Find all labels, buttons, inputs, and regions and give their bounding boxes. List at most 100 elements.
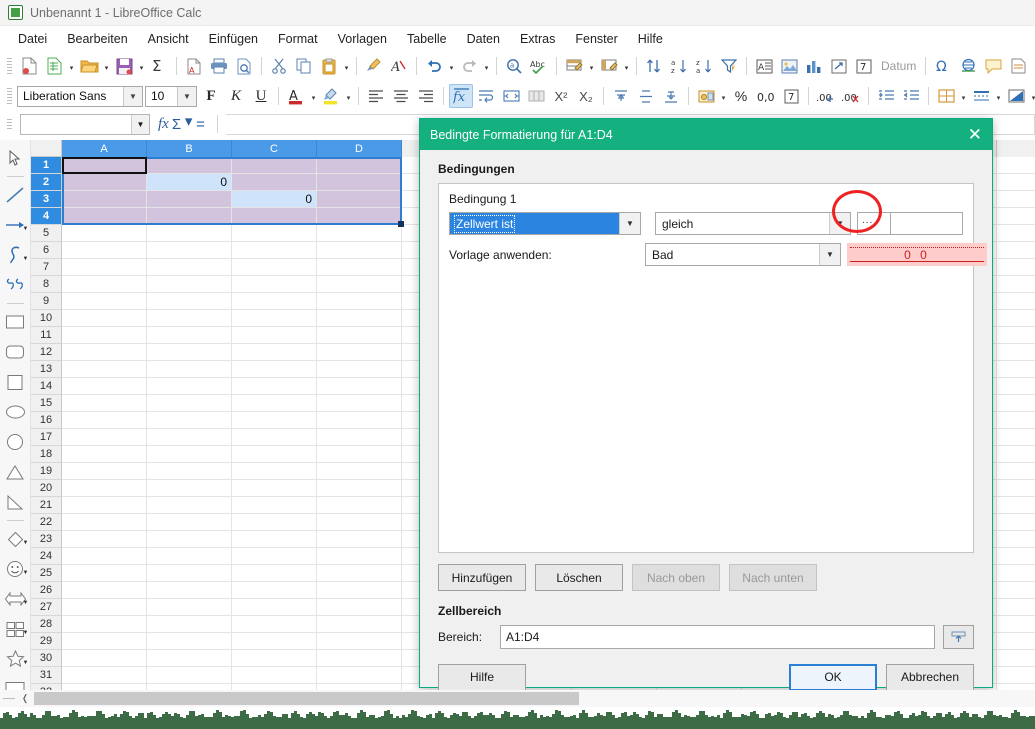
paste-icon[interactable] [317,54,341,78]
cell-b19[interactable] [147,463,232,480]
row-header-23[interactable]: 23 [31,531,62,548]
rounded-rectangle-icon[interactable] [1,337,30,367]
cell-empty[interactable] [997,174,1035,191]
callouts-icon[interactable]: ▼ [1,674,30,690]
cell-empty[interactable] [997,293,1035,310]
cell-a6[interactable] [62,242,147,259]
open-file-dropdown-icon[interactable]: ▾ [102,55,111,77]
cell-empty[interactable] [997,208,1035,225]
cell-empty[interactable] [997,582,1035,599]
cell-c13[interactable] [232,361,317,378]
row-header-22[interactable]: 22 [31,514,62,531]
highlight-color-dropdown-icon[interactable]: ▾ [344,85,353,107]
column-header-c[interactable]: C [232,140,317,157]
cell-d30[interactable] [317,650,402,667]
delete-decimal-icon[interactable]: .00 [839,84,863,108]
row-header-1[interactable]: 1 [31,157,62,174]
cell-c12[interactable] [232,344,317,361]
cell-d24[interactable] [317,548,402,565]
circle-icon[interactable] [1,427,30,457]
cell-b14[interactable] [147,378,232,395]
cell-c9[interactable] [232,293,317,310]
cell-c8[interactable] [232,276,317,293]
cell-empty[interactable] [997,344,1035,361]
cell-b6[interactable] [147,242,232,259]
cell-c26[interactable] [232,582,317,599]
chevron-down-icon[interactable]: ▼ [829,213,850,234]
new-document-icon[interactable] [17,54,41,78]
cell-empty[interactable] [997,650,1035,667]
curve-icon[interactable]: ▼ [1,240,30,270]
cell-d31[interactable] [317,667,402,684]
print-preview-icon[interactable] [232,54,256,78]
cell-a24[interactable] [62,548,147,565]
chevron-down-icon[interactable]: ▼ [23,226,29,232]
wrap-text-icon[interactable] [474,84,498,108]
cell-b29[interactable] [147,633,232,650]
row-header-10[interactable]: 10 [31,310,62,327]
insert-column-icon[interactable] [597,54,621,78]
clone-formatting-icon[interactable] [362,54,386,78]
cell-d20[interactable] [317,480,402,497]
undo-icon[interactable] [422,54,446,78]
value-browse-button[interactable]: ... [857,212,891,235]
cell-empty[interactable] [997,361,1035,378]
insert-comment-icon[interactable] [981,54,1005,78]
basic-shapes-icon[interactable]: ▼ [1,524,30,554]
row-header-6[interactable]: 6 [31,242,62,259]
cell-empty[interactable] [997,395,1035,412]
condition-value-input[interactable] [891,212,963,235]
copy-icon[interactable] [292,54,316,78]
row-header-19[interactable]: 19 [31,463,62,480]
cell-a12[interactable] [62,344,147,361]
cell-a19[interactable] [62,463,147,480]
row-header-27[interactable]: 27 [31,599,62,616]
cell-b1[interactable] [147,157,232,174]
stars-icon[interactable]: ▼ [1,644,30,674]
cell-d25[interactable] [317,565,402,582]
cell-empty[interactable] [997,565,1035,582]
cell-d23[interactable] [317,531,402,548]
cell-empty[interactable] [997,429,1035,446]
cell-b25[interactable] [147,565,232,582]
cell-empty[interactable] [997,548,1035,565]
cell-empty[interactable] [997,531,1035,548]
cell-c2[interactable] [232,174,317,191]
column-header-empty[interactable] [997,140,1035,157]
cell-a2[interactable] [62,174,147,191]
cell-b21[interactable] [147,497,232,514]
chevron-down-icon[interactable]: ▼ [23,600,29,606]
block-arrows-icon[interactable]: ▼ [1,584,30,614]
cell-c27[interactable] [232,599,317,616]
row-header-26[interactable]: 26 [31,582,62,599]
cell-c29[interactable] [232,633,317,650]
cell-d27[interactable] [317,599,402,616]
font-size-input[interactable]: 10 ▼ [145,85,197,107]
range-input[interactable]: A1:D4 [500,625,935,649]
rectangle-icon[interactable] [1,307,30,337]
flowchart-icon[interactable]: ▼ [1,614,30,644]
toolbar-grip[interactable] [6,86,13,106]
border-style-dropdown-icon[interactable]: ▾ [994,85,1003,107]
cell-b7[interactable] [147,259,232,276]
row-header-17[interactable]: 17 [31,429,62,446]
cell-c7[interactable] [232,259,317,276]
cell-empty[interactable] [997,463,1035,480]
cell-a9[interactable] [62,293,147,310]
conditional-formatting-icon[interactable]: fx [449,84,473,108]
chevron-down-icon[interactable]: ▼ [123,86,142,106]
menu-item-fenster[interactable]: Fenster [565,29,627,49]
cell-a21[interactable] [62,497,147,514]
cell-b30[interactable] [147,650,232,667]
increase-indent-icon[interactable] [874,84,898,108]
merge-center-icon[interactable] [524,84,548,108]
chevron-down-icon[interactable]: ▼ [23,256,29,262]
cell-empty[interactable] [997,327,1035,344]
cell-b5[interactable] [147,225,232,242]
cell-c19[interactable] [232,463,317,480]
sort-ascending-icon[interactable]: az [667,54,691,78]
freeform-line-icon[interactable] [1,270,30,300]
save-dropdown-icon[interactable]: ▾ [137,55,146,77]
row-header-5[interactable]: 5 [31,225,62,242]
toolbar-grip[interactable] [6,56,13,76]
